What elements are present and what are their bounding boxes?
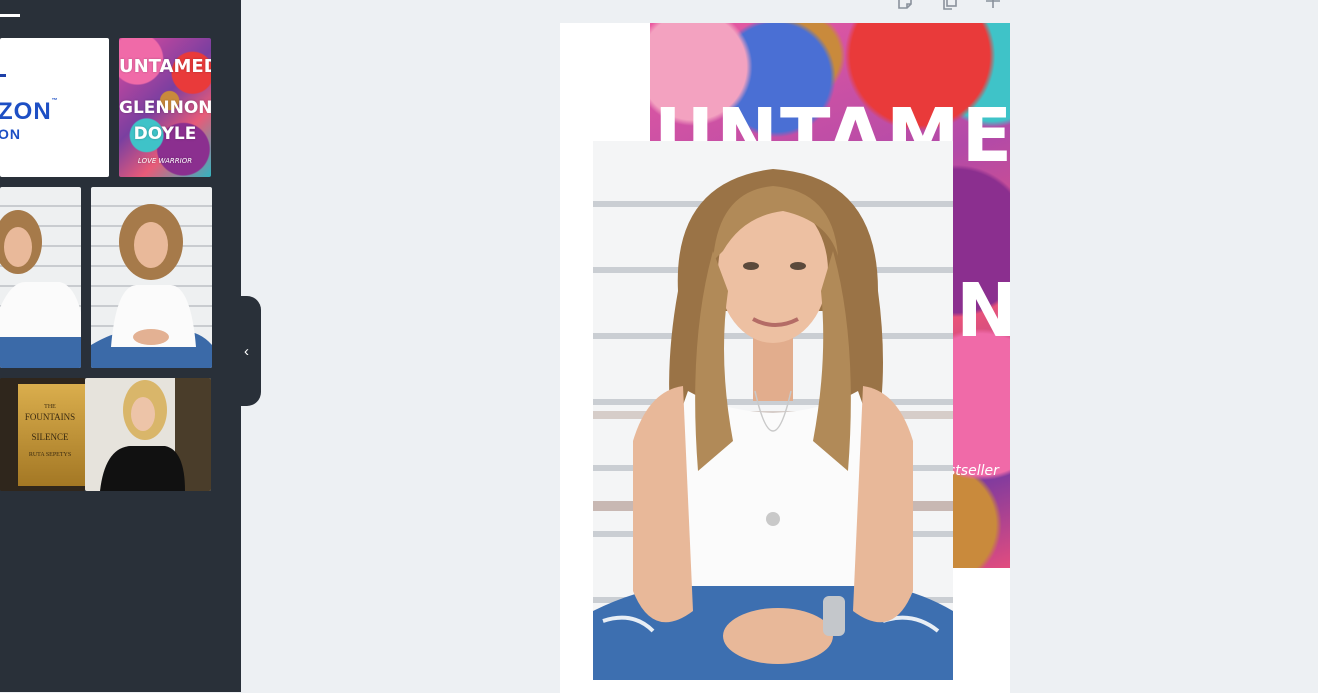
fountains-cover-art: THE FOUNTAINS SILENCE RUTA SEPETYS xyxy=(0,378,85,491)
cover-author-last: DOYLE xyxy=(133,124,197,144)
cover-author-first: GLENNON xyxy=(119,98,211,118)
design-page[interactable]: UNTAMED N stseller xyxy=(560,23,1010,693)
chevron-left-icon: ‹ xyxy=(244,342,249,360)
author-portrait-figure xyxy=(593,169,953,680)
thumbnail-untamed-cover[interactable]: UNTAMED GLENNON DOYLE LOVE WARRIOR xyxy=(119,38,211,177)
collapse-panel-button[interactable]: ‹ xyxy=(232,296,261,406)
duplicate-page-icon[interactable] xyxy=(940,0,960,12)
thumbnail-fountains-cover[interactable]: THE FOUNTAINS SILENCE RUTA SEPETYS xyxy=(0,378,85,491)
canvas-author-photo[interactable] xyxy=(593,141,953,680)
thumbnail-author-photo[interactable] xyxy=(85,378,211,491)
page-toolbar xyxy=(890,0,1010,12)
svg-text:FOUNTAINS: FOUNTAINS xyxy=(25,412,75,422)
author-photo xyxy=(85,378,211,491)
thumbnail-horizon-logo[interactable]: ZON™ ON xyxy=(0,38,109,177)
portrait-figure xyxy=(91,204,212,368)
sidebar-divider xyxy=(0,14,20,17)
svg-text:THE: THE xyxy=(44,404,56,410)
notes-icon[interactable] xyxy=(895,0,915,12)
logo-text-sub: ON xyxy=(0,126,21,142)
logo-line xyxy=(0,74,6,77)
thumbnail-author-portrait-1[interactable] xyxy=(0,187,81,368)
sidebar-panel: ZON™ ON UNTAMED GLENNON DOYLE LOVE WARRI… xyxy=(0,0,241,692)
svg-text:SILENCE: SILENCE xyxy=(32,432,70,442)
cover-tag-large: stseller xyxy=(948,463,999,479)
svg-text:RUTA SEPETYS: RUTA SEPETYS xyxy=(29,452,71,458)
cover-letter-large: N xyxy=(956,268,1010,354)
cover-title: UNTAMED xyxy=(119,56,211,77)
logo-text-main: ZON™ xyxy=(0,98,59,125)
portrait-figure xyxy=(0,210,81,368)
thumbnail-author-portrait-2[interactable] xyxy=(91,187,212,368)
add-page-icon[interactable] xyxy=(983,0,1003,12)
cover-tagline: LOVE WARRIOR xyxy=(137,157,193,165)
